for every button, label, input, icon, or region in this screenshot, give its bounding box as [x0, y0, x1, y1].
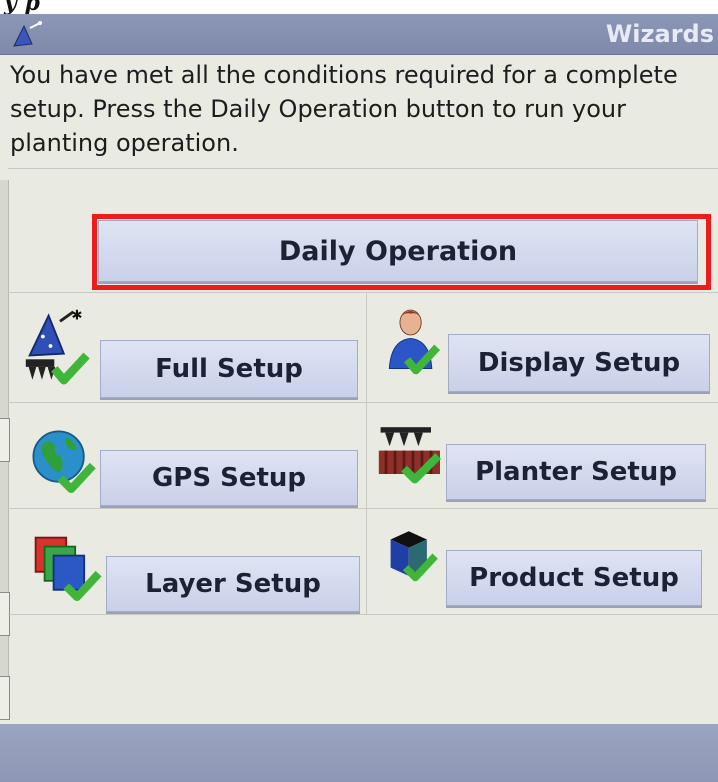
layers-check-icon — [34, 536, 102, 602]
full-setup-button[interactable]: Full Setup — [100, 340, 358, 398]
left-edge-tab — [0, 418, 10, 462]
window-titlebar: Wizards — [0, 14, 718, 55]
grid-divider — [8, 402, 718, 403]
layer-setup-label: Layer Setup — [145, 569, 321, 599]
layer-setup-button[interactable]: Layer Setup — [106, 556, 360, 612]
setup-message: You have met all the conditions required… — [10, 61, 678, 157]
display-setup-label: Display Setup — [477, 348, 681, 378]
full-setup-label: Full Setup — [155, 354, 303, 384]
left-edge-tab — [0, 676, 10, 720]
grid-divider — [8, 614, 718, 615]
divider — [8, 168, 718, 169]
planter-check-icon — [378, 427, 442, 484]
display-setup-button[interactable]: Display Setup — [448, 334, 710, 392]
svg-text:✱: ✱ — [71, 308, 82, 323]
window-title: Wizards — [605, 20, 714, 48]
grid-divider-vertical — [366, 292, 367, 614]
grid-divider — [8, 292, 718, 293]
globe-check-icon — [32, 430, 96, 494]
planter-setup-label: Planter Setup — [475, 457, 677, 487]
wizard-hat-check-icon: ✱ — [25, 308, 90, 385]
wizard-icon — [13, 21, 42, 47]
gps-setup-button[interactable]: GPS Setup — [100, 450, 358, 506]
product-setup-button[interactable]: Product Setup — [446, 550, 702, 606]
bottom-bar — [0, 724, 718, 782]
gps-setup-label: GPS Setup — [151, 463, 307, 493]
top-crop-strip: y p — [0, 0, 718, 16]
person-check-icon — [388, 309, 441, 375]
product-box-check-icon — [390, 531, 438, 582]
highlight-box — [92, 214, 711, 290]
planter-setup-button[interactable]: Planter Setup — [446, 444, 706, 500]
grid-divider — [8, 508, 718, 509]
product-setup-label: Product Setup — [469, 563, 679, 593]
